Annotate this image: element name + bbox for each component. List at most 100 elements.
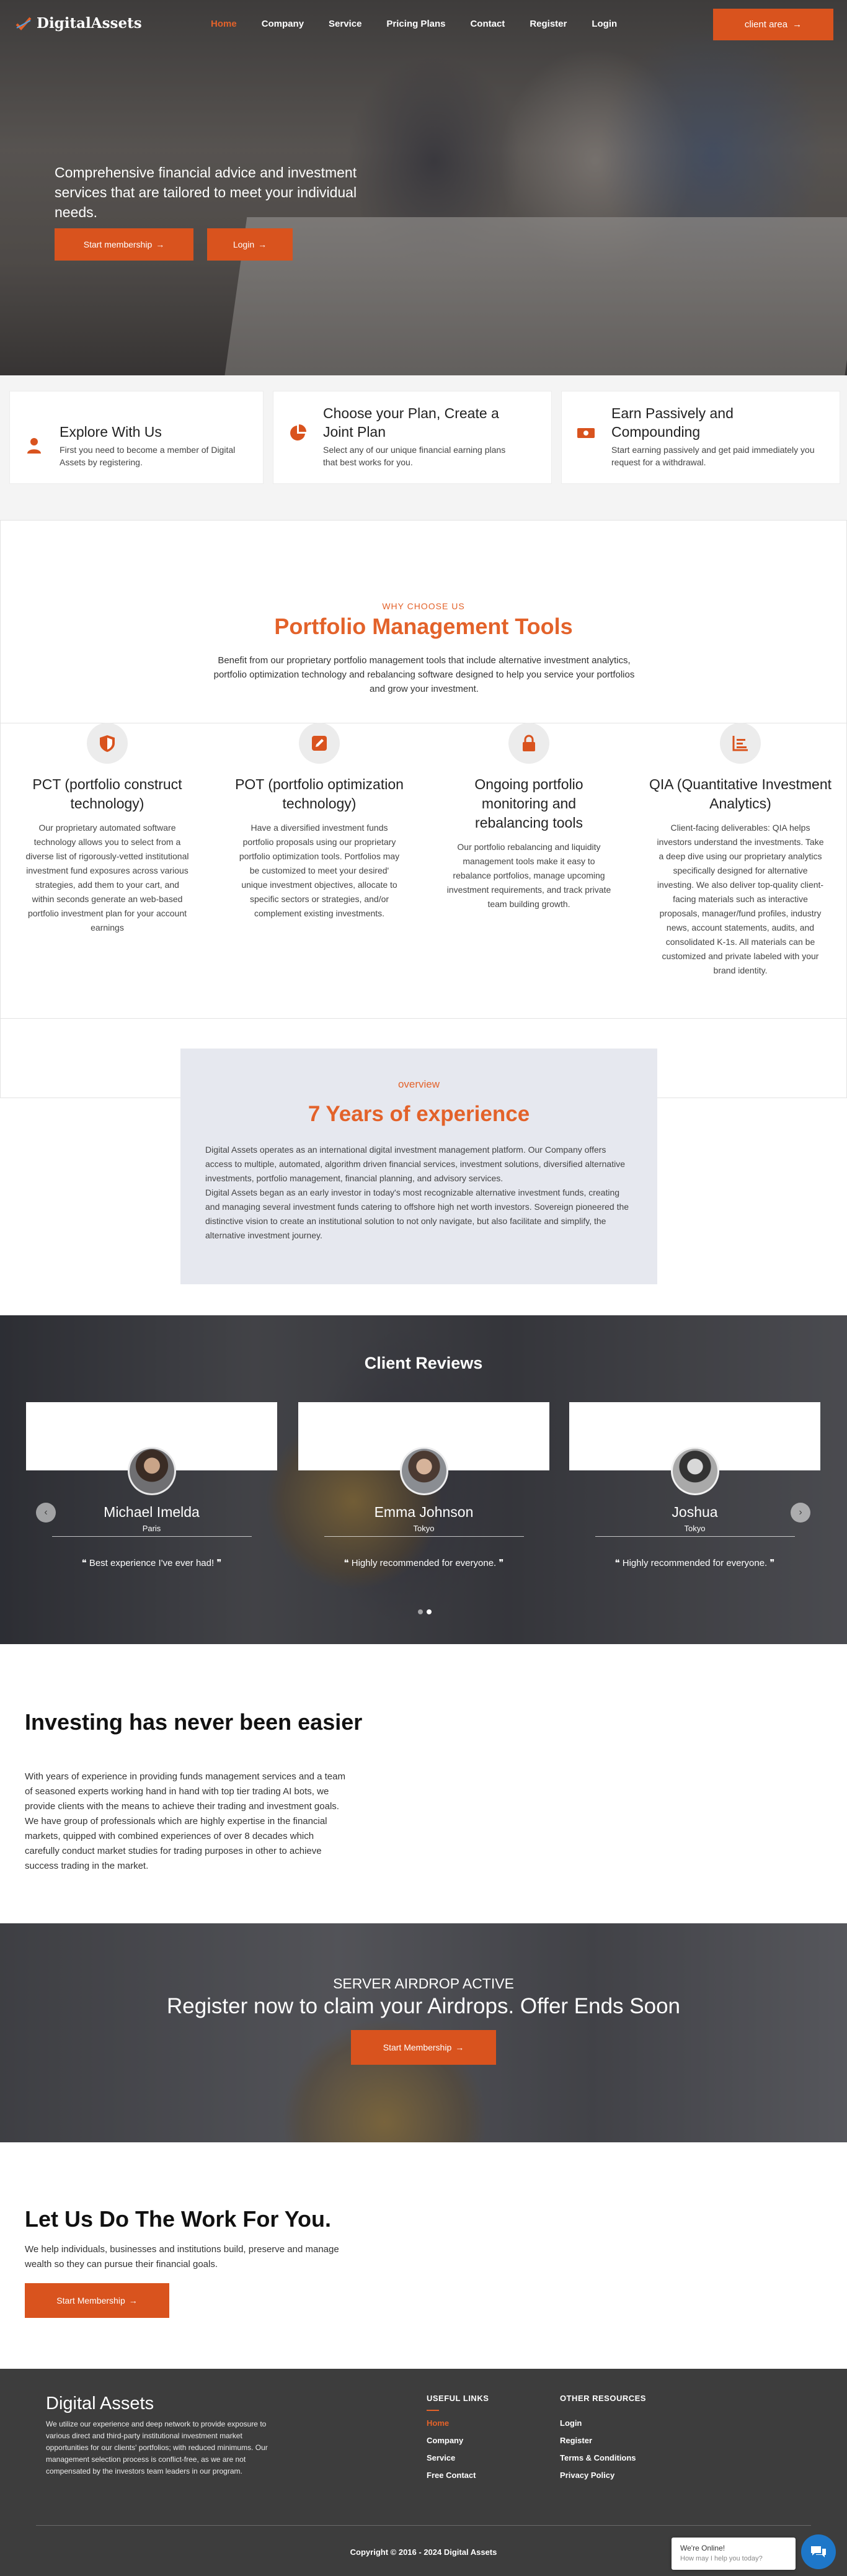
footer-link-company[interactable]: Company [427, 2436, 463, 2445]
step-desc: Start earning passively and get paid imm… [611, 445, 815, 467]
reviewer-name: Emma Johnson [374, 1504, 474, 1520]
quote-close-icon: ❞ [216, 1558, 222, 1568]
tool-icon-circle [508, 723, 549, 764]
chat-open-button[interactable] [801, 2534, 836, 2569]
tool-title: POT (portfolio optimization technology) [235, 776, 404, 812]
tool-icon-circle [720, 723, 761, 764]
step-card-earn: Earn Passively and Compounding Start ear… [561, 391, 840, 484]
portfolio-title: Portfolio Management Tools [274, 614, 573, 639]
tool-title: QIA (Quantitative Investment Analytics) [649, 776, 832, 812]
reviewer-name: Joshua [672, 1504, 718, 1520]
nav-pricing-plans[interactable]: Pricing Plans [386, 19, 445, 29]
airdrop-button-label: Start Membership [383, 2042, 452, 2052]
client-area-button[interactable]: client area → [713, 9, 833, 40]
tool-card-pct: PCT (portfolio construct technology) Our… [14, 723, 200, 935]
heading-accent [427, 2410, 439, 2411]
airdrop-headline: Register now to claim your Airdrops. Off… [166, 1994, 681, 2018]
steps-section: Explore With Us First you need to become… [0, 375, 847, 520]
tool-title: Ongoing portfolio monitoring and rebalan… [474, 776, 583, 831]
hero-section: Comprehensive financial advice and inves… [0, 0, 847, 375]
divider [595, 1536, 795, 1537]
footer-link-privacy[interactable]: Privacy Policy [560, 2471, 614, 2480]
footer-link-home[interactable]: Home [427, 2418, 449, 2428]
nav-register[interactable]: Register [530, 19, 567, 29]
carousel-prev-button[interactable]: ‹ [36, 1503, 56, 1523]
hero-login-label: Login [233, 239, 255, 249]
step-title: Explore With Us [60, 424, 162, 440]
start-membership-button[interactable]: Start membership → [55, 228, 193, 261]
divider [1, 1018, 847, 1019]
footer-link-login[interactable]: Login [560, 2418, 582, 2428]
review-quote: ❝ Best experience I've ever had! ❞ [26, 1557, 277, 1568]
tool-title: PCT (portfolio construct technology) [32, 776, 182, 812]
chevron-right-icon: › [799, 1507, 802, 1518]
arrow-right-icon: → [455, 2042, 464, 2052]
footer-brand: Digital Assets [46, 2394, 154, 2413]
shield-icon [100, 735, 115, 752]
reviewer-city: Tokyo [684, 1524, 706, 1533]
hero-background-table [224, 217, 847, 375]
main-menu: Home Company Service Pricing Plans Conta… [211, 19, 642, 29]
nav-company[interactable]: Company [262, 19, 304, 29]
nav-service[interactable]: Service [329, 19, 361, 29]
nav-contact[interactable]: Contact [470, 19, 505, 29]
work-start-membership-button[interactable]: Start Membership → [25, 2283, 169, 2318]
tool-icon-circle [299, 723, 340, 764]
review-quote: ❝ Highly recommended for everyone. ❞ [569, 1557, 820, 1568]
work-button-label: Start Membership [56, 2296, 125, 2305]
nav-home[interactable]: Home [211, 19, 237, 29]
tool-card-pot: POT (portfolio optimization technology) … [226, 723, 412, 921]
avatar [671, 1447, 719, 1495]
other-resources-heading: OTHER RESOURCES [560, 2394, 646, 2403]
reviewer-name: Michael Imelda [104, 1504, 200, 1520]
review-quote-text: Best experience I've ever had! [89, 1558, 215, 1568]
step-title: Choose your Plan, Create a Joint Plan [323, 405, 499, 440]
step-title: Earn Passively and Compounding [611, 405, 734, 440]
portfolio-desc: Benefit from our proprietary portfolio m… [213, 655, 635, 694]
client-area-label: client area [744, 19, 788, 30]
step-desc: Select any of our unique financial earni… [323, 445, 506, 467]
step-card-choose-plan: Choose your Plan, Create a Joint Plan Se… [273, 391, 552, 484]
useful-links-heading: USEFUL LINKS [427, 2394, 489, 2403]
overview-eyebrow: overview [397, 1078, 440, 1090]
tool-desc: Have a diversified investment funds port… [239, 823, 400, 918]
top-nav: DigitalAssets Home Company Service Prici… [0, 0, 847, 50]
chat-widget[interactable]: We're Online! How may I help you today? [672, 2538, 796, 2570]
overview-title: 7 Years of experience [308, 1102, 530, 1126]
arrow-right-icon: → [128, 2296, 138, 2305]
hero-login-button[interactable]: Login → [207, 228, 293, 261]
nav-login[interactable]: Login [592, 19, 617, 29]
reviewer-city: Tokyo [413, 1524, 435, 1533]
brand-logo[interactable]: DigitalAssets [16, 15, 142, 32]
brand-check-icon [16, 17, 32, 30]
step-desc: First you need to become a member of Dig… [60, 445, 236, 467]
carousel-dot[interactable] [418, 1609, 423, 1614]
arrow-right-icon: → [792, 19, 802, 30]
divider [52, 1536, 252, 1537]
portfolio-eyebrow: WHY CHOOSE US [382, 601, 465, 611]
investing-title: Investing has never been easier [25, 1709, 363, 1735]
footer-link-contact[interactable]: Free Contact [427, 2471, 476, 2480]
avatar [128, 1447, 176, 1495]
footer-link-terms[interactable]: Terms & Conditions [560, 2453, 636, 2462]
overview-body: Digital Assets operates as an internatio… [205, 1143, 633, 1243]
tool-icon-circle [87, 723, 128, 764]
divider [324, 1536, 524, 1537]
airdrop-status: SERVER AIRDROP ACTIVE [333, 1975, 514, 1992]
tool-desc: Our portfolio rebalancing and liquidity … [446, 842, 611, 909]
footer-link-register[interactable]: Register [560, 2436, 592, 2445]
review-quote: ❝ Highly recommended for everyone. ❞ [298, 1557, 549, 1568]
tool-desc: Our proprietary automated software techn… [25, 823, 189, 932]
overview-paragraph: Digital Assets operates as an internatio… [205, 1145, 625, 1183]
carousel-next-button[interactable]: › [791, 1503, 810, 1523]
footer-link-service[interactable]: Service [427, 2453, 455, 2462]
chevron-left-icon: ‹ [44, 1507, 48, 1518]
airdrop-start-membership-button[interactable]: Start Membership → [351, 2030, 496, 2065]
pie-chart-icon [290, 424, 306, 441]
reviews-title: Client Reviews [364, 1354, 483, 1372]
tool-desc: Client-facing deliverables: QIA helps in… [657, 823, 824, 975]
reviewer-city: Paris [142, 1524, 161, 1533]
carousel-dot-active[interactable] [427, 1609, 432, 1614]
quote-close-icon: ❞ [499, 1558, 504, 1568]
hero-text: Comprehensive financial advice and inves… [55, 164, 357, 220]
